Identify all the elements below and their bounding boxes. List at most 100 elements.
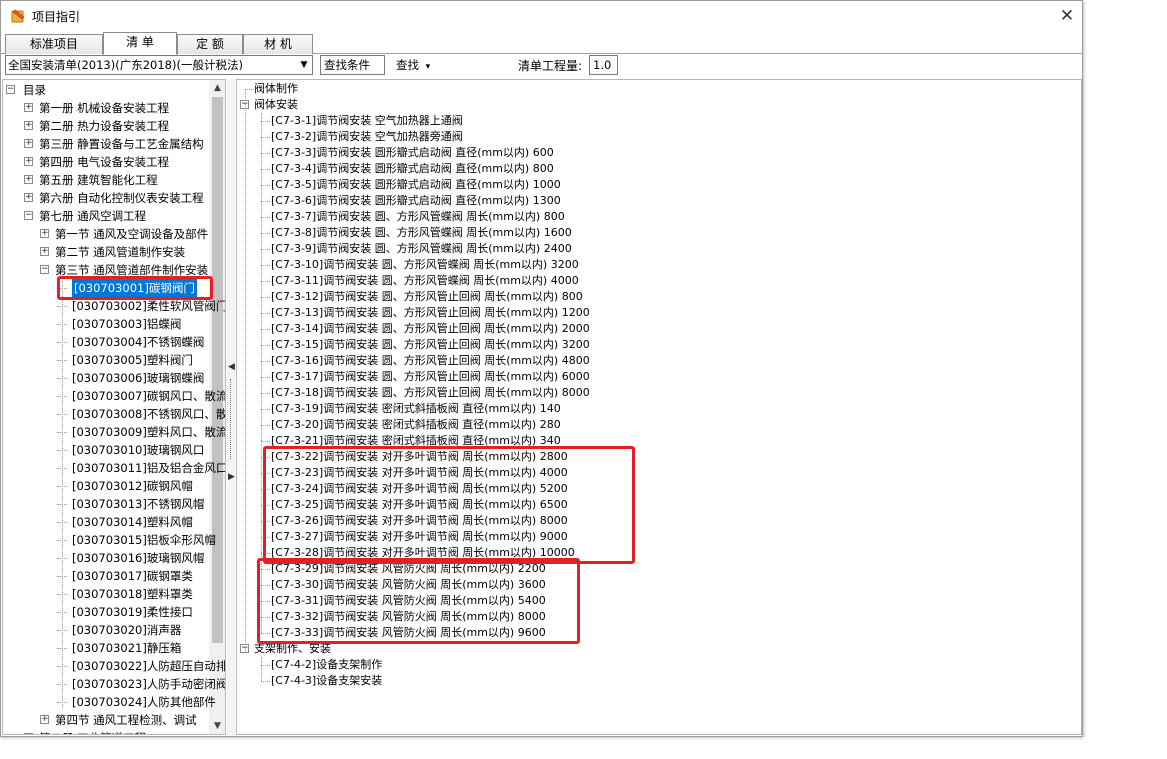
tree-leaf-item[interactable]: [030703023]人防手动密闭阀 xyxy=(3,675,225,693)
quota-item[interactable]: [C7-3-14]调节阀安装 圆、方形风管止回阀 周长(mm以内) 2000 xyxy=(237,321,1077,337)
expand-icon[interactable]: + xyxy=(24,175,33,184)
tab-bill-of-quantities[interactable]: 清 单 xyxy=(103,32,177,55)
quota-item[interactable]: [C7-3-12]调节阀安装 圆、方形风管止回阀 周长(mm以内) 800 xyxy=(237,289,1077,305)
quota-item[interactable]: [C7-3-18]调节阀安装 圆、方形风管止回阀 周长(mm以内) 8000 xyxy=(237,385,1077,401)
expand-icon[interactable]: + xyxy=(24,193,33,202)
tree-leaf-item[interactable]: [030703012]碳钢风帽 xyxy=(3,477,209,495)
collapse-left-icon[interactable]: ◀ xyxy=(228,362,235,372)
quota-item[interactable]: [C7-3-21]调节阀安装 密闭式斜插板阀 直径(mm以内) 340 xyxy=(237,433,1077,449)
tree-leaf-item[interactable]: [030703020]消声器 xyxy=(3,621,209,639)
quota-group-item[interactable]: 阀体制作 xyxy=(237,81,1077,97)
quota-item[interactable]: [C7-3-24]调节阀安装 对开多叶调节阀 周长(mm以内) 5200 xyxy=(237,481,1077,497)
quota-group-item[interactable]: − 支架制作、安装 xyxy=(237,641,1077,657)
tab-materials[interactable]: 材 机 xyxy=(243,34,313,54)
quota-item[interactable]: [C7-4-3]设备支架安装 xyxy=(237,673,1077,689)
tree-leaf-item[interactable]: [030703004]不锈钢蝶阀 xyxy=(3,333,209,351)
quota-item[interactable]: [C7-3-6]调节阀安装 圆形瓣式启动阀 直径(mm以内) 1300 xyxy=(237,193,1077,209)
panel-splitter[interactable]: ◀ ▶ xyxy=(227,79,235,735)
quota-item[interactable]: [C7-3-30]调节阀安装 风管防火阀 周长(mm以内) 3600 xyxy=(237,577,1077,593)
tree-folder-item[interactable]: − 第三节 通风管道部件制作安装 xyxy=(3,261,209,279)
collapse-icon[interactable]: − xyxy=(40,265,49,274)
tree-folder-item[interactable]: + 第一节 通风及空调设备及部件 xyxy=(3,225,209,243)
quota-item[interactable]: [C7-3-28]调节阀安装 对开多叶调节阀 周长(mm以内) 10000 xyxy=(237,545,1077,561)
expand-icon[interactable]: + xyxy=(24,121,33,130)
tree-leaf-item[interactable]: [030703003]铝蝶阀 xyxy=(3,315,209,333)
tree-leaf-item[interactable]: [030703007]碳钢风口、散流器 xyxy=(3,387,225,405)
search-condition-input[interactable]: 查找条件 xyxy=(320,55,385,75)
quota-group-item[interactable]: − 阀体安装 xyxy=(237,97,1077,113)
quota-item[interactable]: [C7-3-3]调节阀安装 圆形瓣式启动阀 直径(mm以内) 600 xyxy=(237,145,1077,161)
tree-folder-item[interactable]: + 第六册 自动化控制仪表安装工程 xyxy=(3,189,209,207)
collapse-icon[interactable]: − xyxy=(6,85,15,94)
quota-item[interactable]: [C7-3-7]调节阀安装 圆、方形风管蝶阀 周长(mm以内) 800 xyxy=(237,209,1077,225)
tree-leaf-item[interactable]: [030703021]静压箱 xyxy=(3,639,209,657)
scroll-thumb[interactable] xyxy=(212,97,223,643)
quota-item[interactable]: [C7-3-26]调节阀安装 对开多叶调节阀 周长(mm以内) 8000 xyxy=(237,513,1077,529)
scroll-down-icon[interactable]: ▼ xyxy=(209,718,225,734)
tree-leaf-item[interactable]: [030703016]玻璃钢风帽 xyxy=(3,549,209,567)
quota-item[interactable]: [C7-3-31]调节阀安装 风管防火阀 周长(mm以内) 5400 xyxy=(237,593,1077,609)
tree-leaf-item[interactable]: [030703002]柔性软风管阀门 xyxy=(3,297,225,315)
tab-quota[interactable]: 定 额 xyxy=(177,34,243,54)
tree-leaf-item[interactable]: [030703011]铝及铝合金风口 xyxy=(3,459,225,477)
quota-item[interactable]: [C7-3-32]调节阀安装 风管防火阀 周长(mm以内) 8000 xyxy=(237,609,1077,625)
tree-folder-item[interactable]: + 第一册 机械设备安装工程 xyxy=(3,99,209,117)
tree-leaf-item[interactable]: [030703013]不锈钢风帽 xyxy=(3,495,209,513)
tree-folder-item[interactable]: + 第八册 工业管道工程 xyxy=(3,729,209,734)
quota-item[interactable]: [C7-3-8]调节阀安装 圆、方形风管蝶阀 周长(mm以内) 1600 xyxy=(237,225,1077,241)
close-button[interactable]: ✕ xyxy=(1052,1,1082,31)
collapse-right-icon[interactable]: ▶ xyxy=(228,472,235,482)
collapse-icon[interactable]: − xyxy=(24,211,33,220)
expand-icon[interactable]: + xyxy=(24,157,33,166)
tree-folder-item[interactable]: − 第七册 通风空调工程 xyxy=(3,207,209,225)
quantity-input[interactable]: 1.0 xyxy=(589,55,618,75)
tree-folder-item[interactable]: + 第二节 通风管道制作安装 xyxy=(3,243,209,261)
tree-folder-item[interactable]: + 第四节 通风工程检测、调试 xyxy=(3,711,209,729)
tree-leaf-item[interactable]: [030703024]人防其他部件 xyxy=(3,693,216,711)
tree-leaf-item[interactable]: [030703008]不锈钢风口、散流器 xyxy=(3,405,225,423)
quota-item[interactable]: [C7-3-27]调节阀安装 对开多叶调节阀 周长(mm以内) 9000 xyxy=(237,529,1077,545)
tree-leaf-item[interactable]: [030703001]碳钢阀门 xyxy=(3,279,209,297)
tree-leaf-item[interactable]: [030703006]玻璃钢蝶阀 xyxy=(3,369,209,387)
tree-folder-item[interactable]: + 第四册 电气设备安装工程 xyxy=(3,153,209,171)
quota-item[interactable]: [C7-4-2]设备支架制作 xyxy=(237,657,1077,673)
expand-icon[interactable]: + xyxy=(40,229,49,238)
tree-folder-item[interactable]: + 第五册 建筑智能化工程 xyxy=(3,171,209,189)
quota-item[interactable]: [C7-3-20]调节阀安装 密闭式斜插板阀 直径(mm以内) 280 xyxy=(237,417,1077,433)
tree-leaf-item[interactable]: [030703010]玻璃钢风口 xyxy=(3,441,209,459)
expand-icon[interactable]: + xyxy=(40,715,49,724)
quota-item[interactable]: [C7-3-15]调节阀安装 圆、方形风管止回阀 周长(mm以内) 3200 xyxy=(237,337,1077,353)
quota-item[interactable]: [C7-3-19]调节阀安装 密闭式斜插板阀 直径(mm以内) 140 xyxy=(237,401,1077,417)
tree-leaf-item[interactable]: [030703005]塑料阀门 xyxy=(3,351,209,369)
tree-leaf-item[interactable]: [030703019]柔性接口 xyxy=(3,603,209,621)
quota-item[interactable]: [C7-3-22]调节阀安装 对开多叶调节阀 周长(mm以内) 2800 xyxy=(237,449,1077,465)
tree-leaf-item[interactable]: [030703017]碳钢罩类 xyxy=(3,567,209,585)
quota-item[interactable]: [C7-3-11]调节阀安装 圆、方形风管蝶阀 周长(mm以内) 4000 xyxy=(237,273,1077,289)
quota-item[interactable]: [C7-3-5]调节阀安装 圆形瓣式启动阀 直径(mm以内) 1000 xyxy=(237,177,1077,193)
quota-item[interactable]: [C7-3-23]调节阀安装 对开多叶调节阀 周长(mm以内) 4000 xyxy=(237,465,1077,481)
tree-leaf-item[interactable]: [030703022]人防超压自动排气阀 xyxy=(3,657,225,675)
quota-item[interactable]: [C7-3-1]调节阀安装 空气加热器上通阀 xyxy=(237,113,1077,129)
tree-leaf-item[interactable]: [030703015]铝板伞形风帽 xyxy=(3,531,216,549)
expand-icon[interactable]: + xyxy=(24,139,33,148)
quota-item[interactable]: [C7-3-25]调节阀安装 对开多叶调节阀 周长(mm以内) 6500 xyxy=(237,497,1077,513)
quota-item[interactable]: [C7-3-29]调节阀安装 风管防火阀 周长(mm以内) 2200 xyxy=(237,561,1077,577)
quota-item[interactable]: [C7-3-9]调节阀安装 圆、方形风管蝶阀 周长(mm以内) 2400 xyxy=(237,241,1077,257)
tree-leaf-item[interactable]: [030703018]塑料罩类 xyxy=(3,585,209,603)
quota-item[interactable]: [C7-3-10]调节阀安装 圆、方形风管蝶阀 周长(mm以内) 3200 xyxy=(237,257,1077,273)
expand-icon[interactable]: + xyxy=(24,103,33,112)
quota-item[interactable]: [C7-3-4]调节阀安装 圆形瓣式启动阀 直径(mm以内) 800 xyxy=(237,161,1077,177)
expand-icon[interactable]: + xyxy=(24,733,33,734)
quota-item[interactable]: [C7-3-2]调节阀安装 空气加热器旁通阀 xyxy=(237,129,1077,145)
scroll-up-icon[interactable]: ▲ xyxy=(209,80,225,96)
tree-folder-item[interactable]: − 目录 xyxy=(3,81,209,99)
tree-folder-item[interactable]: + 第三册 静置设备与工艺金属结构 xyxy=(3,135,209,153)
library-select[interactable]: 全国安装清单(2013)(广东2018)(一般计税法) ▼ xyxy=(5,55,313,75)
expand-icon[interactable]: + xyxy=(40,247,49,256)
quota-item[interactable]: [C7-3-13]调节阀安装 圆、方形风管止回阀 周长(mm以内) 1200 xyxy=(237,305,1077,321)
tab-standard-items[interactable]: 标准项目 xyxy=(5,34,103,54)
quota-item[interactable]: [C7-3-17]调节阀安装 圆、方形风管止回阀 周长(mm以内) 6000 xyxy=(237,369,1077,385)
find-button[interactable]: 查找 ▾ xyxy=(396,57,430,73)
tree-folder-item[interactable]: + 第二册 热力设备安装工程 xyxy=(3,117,209,135)
tree-leaf-item[interactable]: [030703014]塑料风帽 xyxy=(3,513,209,531)
